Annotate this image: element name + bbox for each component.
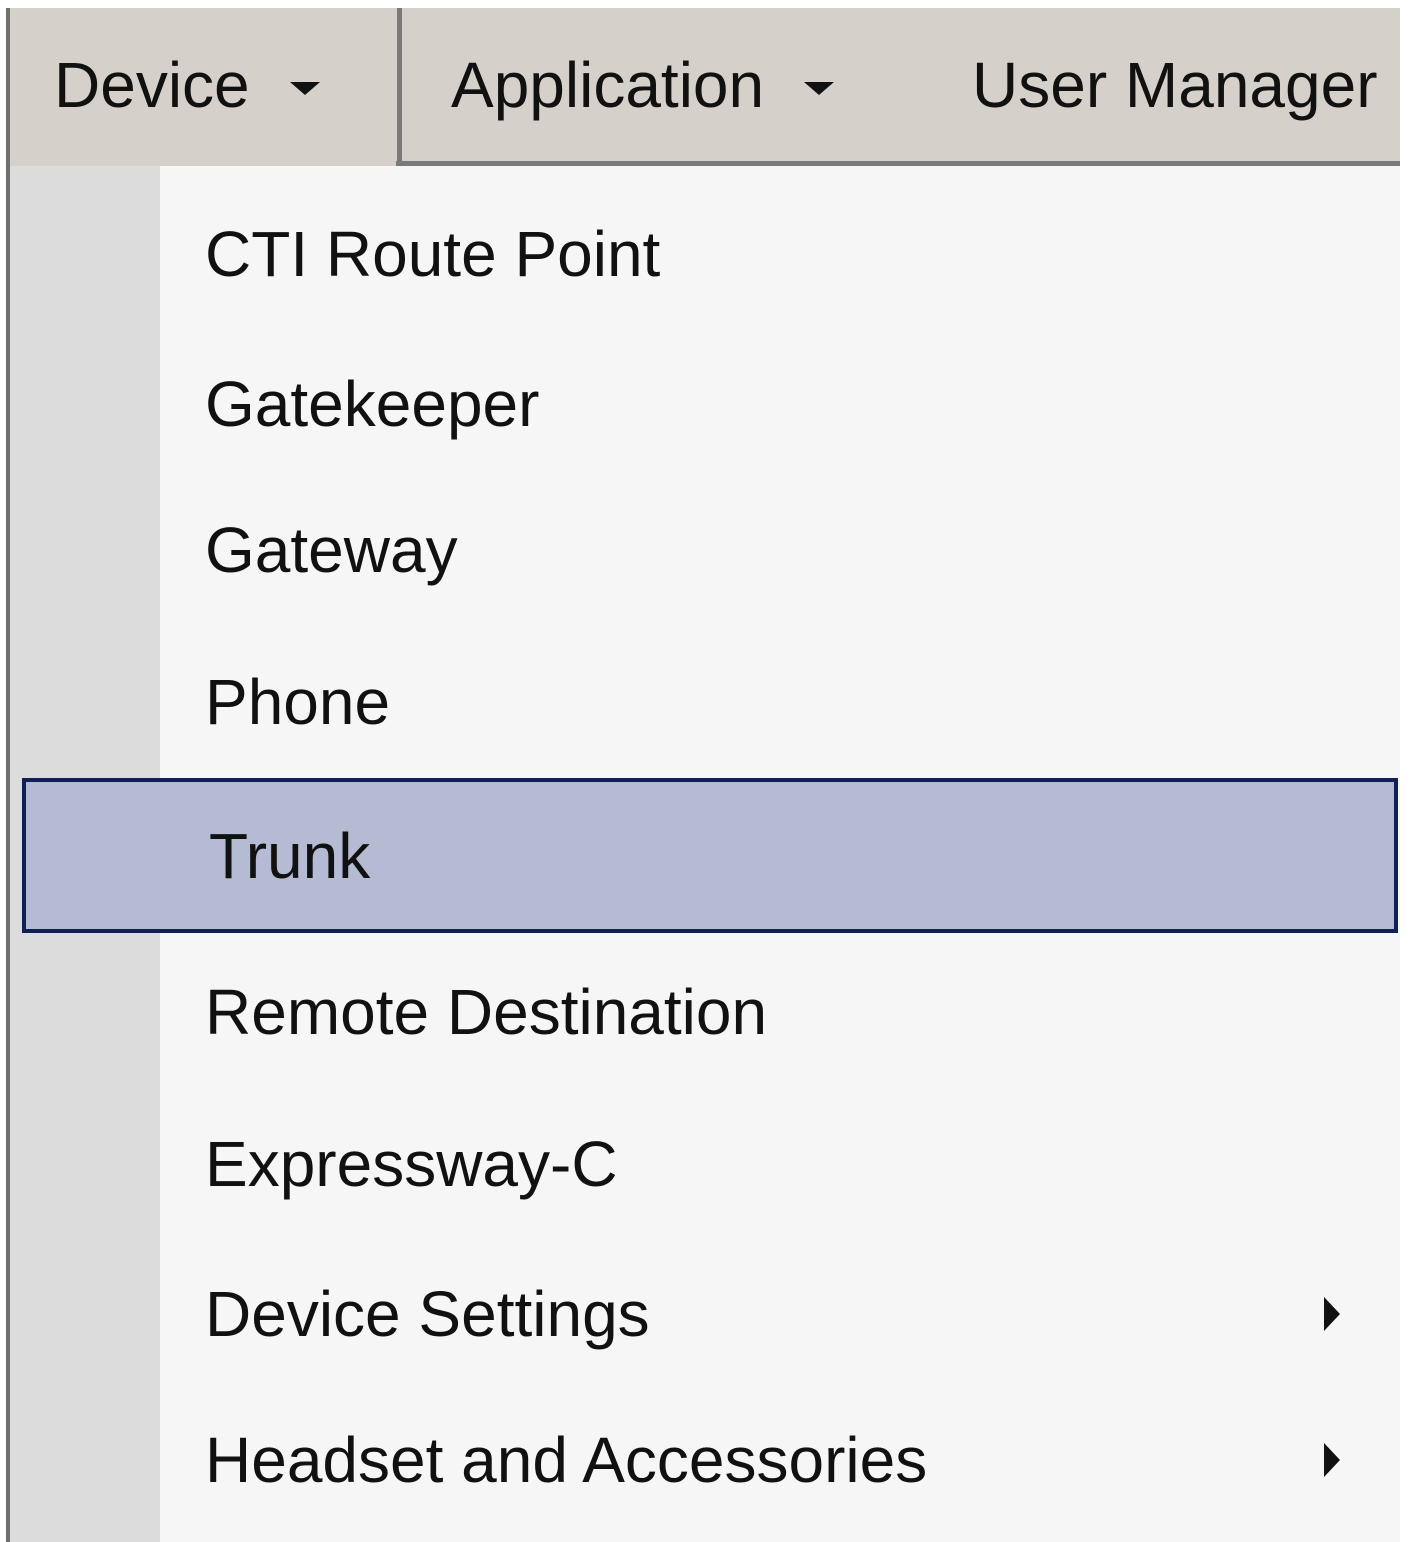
menu-divider <box>397 8 402 166</box>
caret-right-icon <box>1324 1443 1340 1477</box>
menu-device[interactable]: Device <box>10 8 396 166</box>
menu-item-phone[interactable]: Phone <box>10 626 1400 778</box>
screen: Device Application User Manager CTI Rout… <box>0 0 1415 1542</box>
menu-item-label: Trunk <box>209 819 371 892</box>
menu-item-remote-destination[interactable]: Remote Destination <box>10 936 1400 1088</box>
menu-item-device-settings[interactable]: Device Settings <box>10 1238 1400 1390</box>
menu-item-label: Gatekeeper <box>205 368 540 440</box>
menu-item-label: Headset and Accessories <box>205 1424 928 1496</box>
menu-item-label: Device Settings <box>205 1278 650 1350</box>
caret-down-icon <box>804 82 835 95</box>
menu-item-label: Phone <box>205 666 391 738</box>
menu-device-label: Device <box>54 48 250 121</box>
caret-right-icon <box>1324 1297 1340 1331</box>
menu-application[interactable]: Application <box>451 8 835 161</box>
menu-item-label: Gateway <box>205 514 458 586</box>
menu-item-trunk[interactable]: Trunk <box>22 778 1398 933</box>
menu-user-manager-label: User Manager <box>972 48 1378 121</box>
menu-item-cti-route-point[interactable]: CTI Route Point <box>10 178 1400 330</box>
caret-down-icon <box>289 82 320 95</box>
menu-item-expressway-c[interactable]: Expressway-C <box>10 1088 1400 1240</box>
menu-item-gateway[interactable]: Gateway <box>10 474 1400 626</box>
menu-application-label: Application <box>451 48 765 121</box>
menu-item-label: Expressway-C <box>205 1128 618 1200</box>
menu-item-gatekeeper[interactable]: Gatekeeper <box>10 328 1400 480</box>
device-dropdown-menu: CTI Route Point Gatekeeper Gateway Phone… <box>6 166 1400 1542</box>
menu-item-label: CTI Route Point <box>205 218 661 290</box>
menu-user-manager[interactable]: User Manager <box>972 8 1378 161</box>
menu-item-headset-and-accessories[interactable]: Headset and Accessories <box>10 1384 1400 1536</box>
menu-bar: Device Application User Manager <box>6 8 1400 166</box>
menu-item-label: Remote Destination <box>205 976 768 1048</box>
